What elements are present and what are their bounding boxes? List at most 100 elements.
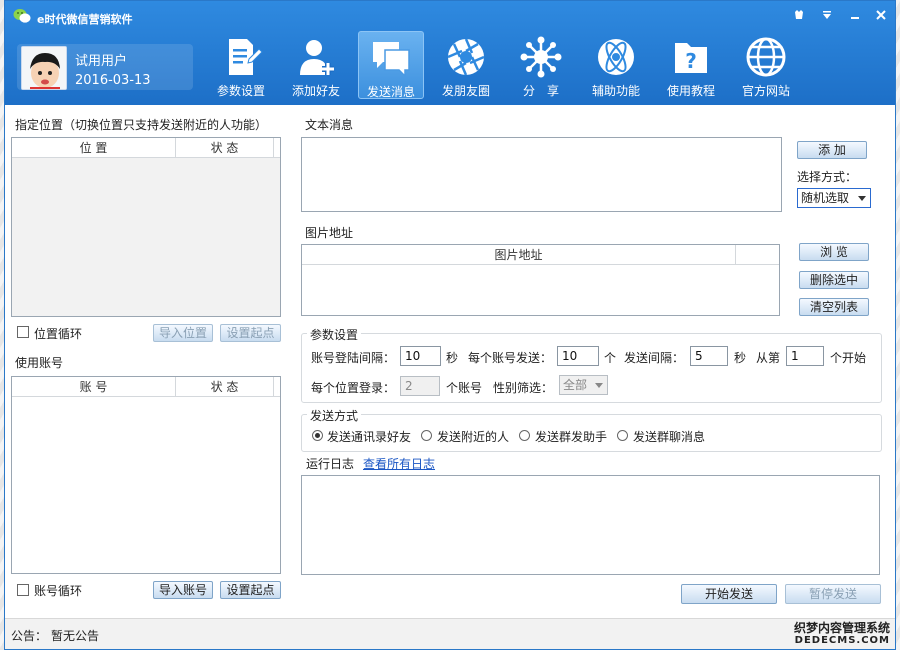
nav-label: 添加好友	[291, 84, 340, 98]
select-mode-dropdown[interactable]: 随机选取	[797, 188, 871, 208]
accounts-unit: 个账号	[446, 381, 483, 395]
account-loop-label: 账号循环	[34, 584, 83, 598]
add-text-button[interactable]: 添 加	[797, 141, 867, 159]
login-interval-input[interactable]: 10	[400, 346, 441, 366]
params-title: 参数设置	[307, 326, 362, 343]
gender-filter-label: 性别筛选：	[493, 381, 554, 395]
start-send-button[interactable]: 开始发送	[681, 584, 777, 604]
send-interval-input[interactable]: 5	[690, 346, 728, 366]
add-user-icon	[300, 40, 334, 75]
send-interval-label: 发送间隔：	[624, 351, 685, 365]
per-location-input[interactable]: 2	[400, 376, 440, 396]
location-loop-label: 位置循环	[34, 327, 83, 341]
nav-item-share[interactable]: 分 享	[508, 31, 574, 99]
nav-item-add-friend[interactable]: 添加好友	[283, 31, 349, 99]
app-title: e时代微信营销软件	[37, 13, 133, 26]
radio-send-nearby[interactable]	[421, 430, 432, 441]
log-area[interactable]	[301, 475, 880, 575]
column-status[interactable]: 状 态	[176, 138, 274, 157]
nav-item-tutorial[interactable]: ? 使用教程	[658, 31, 724, 99]
nav-item-moments[interactable]: 发朋友圈	[433, 31, 499, 99]
help-folder-icon: ?	[675, 43, 707, 73]
accounts-table-header: 账 号 状 态	[12, 377, 280, 397]
radio-send-broadcast[interactable]	[519, 430, 530, 441]
site-watermark: 织梦内容管理系统 DEDECMS.COM	[793, 620, 890, 646]
view-all-logs-link[interactable]: 查看所有日志	[363, 455, 435, 472]
column-empty	[736, 245, 779, 264]
sec-unit: 秒	[734, 351, 747, 365]
nav-item-website[interactable]: 官方网站	[733, 31, 799, 99]
location-table[interactable]: 位 置 状 态	[11, 137, 281, 317]
set-location-start-button[interactable]: 设置起点	[220, 324, 281, 342]
user-date: 2016-03-13	[75, 73, 151, 88]
nav-label: 发送消息	[366, 85, 415, 99]
pause-send-button[interactable]: 暂停发送	[785, 584, 881, 604]
select-mode-label: 选择方式：	[797, 170, 858, 184]
login-interval-label: 账号登陆间隔：	[311, 351, 396, 365]
user-panel: 试用用户 2016-03-13	[17, 44, 193, 90]
count-unit: 个	[604, 351, 617, 365]
nav-label: 使用教程	[666, 84, 715, 98]
watermark-line1: 织梦内容管理系统	[793, 620, 890, 635]
image-path-title: 图片地址	[305, 226, 354, 240]
column-position[interactable]: 位 置	[12, 138, 176, 157]
accounts-table[interactable]: 账 号 状 态	[11, 376, 281, 574]
set-account-start-button[interactable]: 设置起点	[220, 581, 281, 599]
watermark-line2: DEDECMS.COM	[794, 635, 890, 646]
nav-label: 官方网站	[741, 84, 790, 98]
chevron-down-icon	[858, 196, 866, 201]
aperture-icon	[447, 38, 485, 76]
user-name: 试用用户	[75, 54, 128, 69]
nav-label: 发朋友圈	[441, 84, 490, 98]
column-status[interactable]: 状 态	[176, 377, 274, 396]
nav-label: 分 享	[522, 84, 559, 98]
atom-icon	[598, 39, 634, 75]
skin-icon[interactable]	[791, 9, 807, 25]
delete-selected-button[interactable]: 删除选中	[799, 271, 869, 289]
globe-icon	[746, 37, 786, 77]
share-network-icon	[520, 36, 562, 78]
radio-label: 发送群聊消息	[633, 430, 706, 444]
minimize-icon[interactable]	[847, 9, 863, 25]
status-bar: 公告： 暂无公告	[5, 618, 895, 649]
per-location-label: 每个位置登录：	[311, 381, 396, 395]
browse-button[interactable]: 浏 览	[799, 243, 869, 261]
send-mode-title: 发送方式	[307, 407, 362, 424]
column-account[interactable]: 账 号	[12, 377, 176, 396]
notice-label: 公告：	[11, 629, 48, 643]
account-loop-checkbox[interactable]	[17, 584, 29, 596]
clear-list-button[interactable]: 清空列表	[799, 298, 869, 316]
text-message-title: 文本消息	[305, 118, 354, 132]
doc-pen-icon	[229, 39, 263, 75]
radio-label: 发送附近的人	[437, 430, 510, 444]
main-window: e时代微信营销软件 试用用户 2016-03-13 参数设置 添加好友 发送消息…	[4, 0, 896, 650]
from-index-input[interactable]: 1	[786, 346, 824, 366]
nav-item-assist[interactable]: 辅助功能	[583, 31, 649, 99]
menu-icon[interactable]	[819, 9, 835, 25]
column-image-path[interactable]: 图片地址	[302, 245, 736, 264]
nav-item-send-message[interactable]: 发送消息	[358, 31, 424, 99]
per-account-label: 每个账号发送：	[468, 351, 553, 365]
sec-unit: 秒	[446, 351, 459, 365]
radio-label: 发送通讯录好友	[327, 430, 412, 444]
nav-label: 辅助功能	[591, 84, 640, 98]
nav-item-params[interactable]: 参数设置	[208, 31, 274, 99]
gender-filter-dropdown[interactable]: 全部	[559, 375, 608, 395]
chat-icon	[373, 42, 410, 78]
per-account-input[interactable]: 10	[557, 346, 599, 366]
log-title: 运行日志	[306, 457, 355, 471]
gender-filter-value: 全部	[563, 378, 588, 392]
location-loop-checkbox[interactable]	[17, 326, 29, 338]
chevron-down-icon	[595, 383, 603, 388]
radio-send-contacts[interactable]	[312, 430, 323, 441]
nav-label: 参数设置	[216, 84, 265, 98]
image-table-header: 图片地址	[302, 245, 779, 265]
import-location-button[interactable]: 导入位置	[153, 324, 213, 342]
close-icon[interactable]	[873, 9, 889, 25]
wechat-logo-icon	[13, 9, 31, 23]
radio-send-group-chat[interactable]	[617, 430, 628, 441]
text-message-list[interactable]	[301, 137, 782, 212]
from-label: 从第	[756, 351, 781, 365]
import-account-button[interactable]: 导入账号	[153, 581, 213, 599]
image-path-table[interactable]: 图片地址	[301, 244, 780, 316]
